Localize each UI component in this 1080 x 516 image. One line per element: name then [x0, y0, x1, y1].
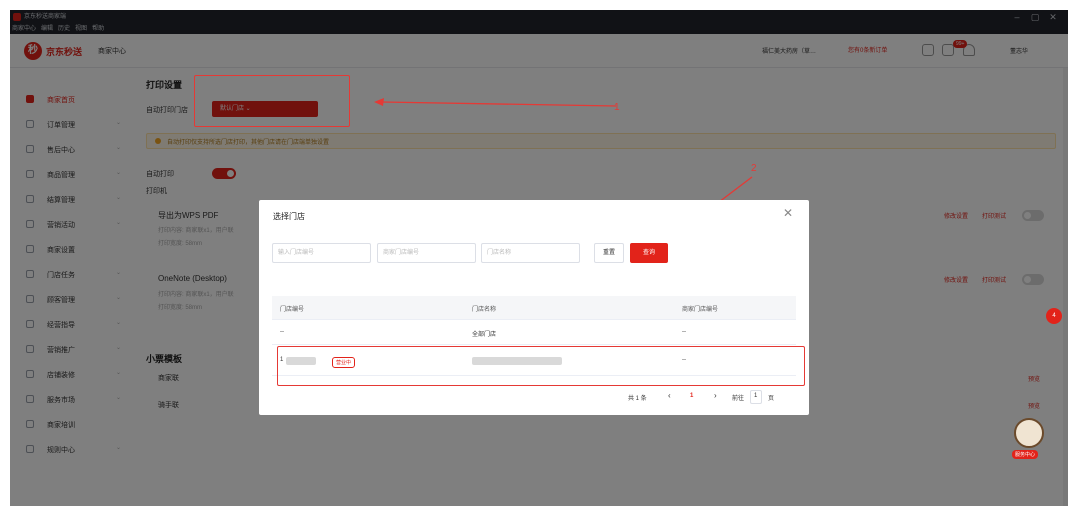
store-name-input[interactable]: 门店名称 — [481, 243, 580, 263]
store-id-input[interactable]: 输入门店编号 — [272, 243, 371, 263]
annotation-arrow-1 — [381, 101, 617, 107]
app-window: 京东秒送商家端 商家中心 编辑 历史 视图 帮助 – ▢ ✕ 秒 京东秒送 商家… — [10, 10, 1068, 506]
prev-page-button[interactable]: ‹ — [668, 391, 671, 400]
annotation-arrowhead-1 — [374, 98, 384, 106]
query-button[interactable]: 查询 — [630, 243, 668, 263]
table-row[interactable]: -- 全部门店 -- — [272, 321, 796, 345]
merchant-store-id-cell: -- — [682, 329, 686, 335]
annotation-box-store-row — [277, 346, 805, 386]
merchant-store-id-input[interactable]: 商家门店编号 — [377, 243, 476, 263]
next-page-button[interactable]: › — [714, 391, 717, 400]
column-header: 门店编号 — [280, 307, 305, 313]
table-header: 门店编号 门店名称 商家门店编号 — [272, 296, 796, 320]
column-header: 门店名称 — [472, 307, 497, 313]
annotation-number: 1 — [614, 102, 620, 113]
pagination-total: 共 1 条 — [628, 396, 647, 402]
reset-button[interactable]: 重置 — [594, 243, 624, 263]
store-id-cell: -- — [280, 329, 284, 335]
pagination: 共 1 条 ‹ 1 › 前往 1 页 — [628, 390, 778, 406]
column-header: 商家门店编号 — [682, 307, 719, 313]
store-name-cell: 全部门店 — [472, 332, 497, 338]
dialog-title: 选择门店 — [273, 212, 305, 221]
service-center-icon[interactable] — [1014, 418, 1044, 448]
close-icon[interactable]: ✕ — [783, 206, 793, 220]
service-center-label[interactable]: 服务中心 — [1012, 450, 1039, 459]
select-store-dialog: 选择门店 ✕ 输入门店编号 商家门店编号 门店名称 重置 查询 门店编号 门店名… — [259, 200, 809, 415]
goto-label: 前往 — [732, 396, 745, 402]
annotation-number: 2 — [751, 163, 757, 174]
current-page[interactable]: 1 — [690, 393, 693, 399]
goto-page-value: 1 — [754, 393, 758, 399]
floating-badge[interactable]: 4 — [1046, 308, 1062, 324]
goto-unit: 页 — [768, 396, 775, 402]
